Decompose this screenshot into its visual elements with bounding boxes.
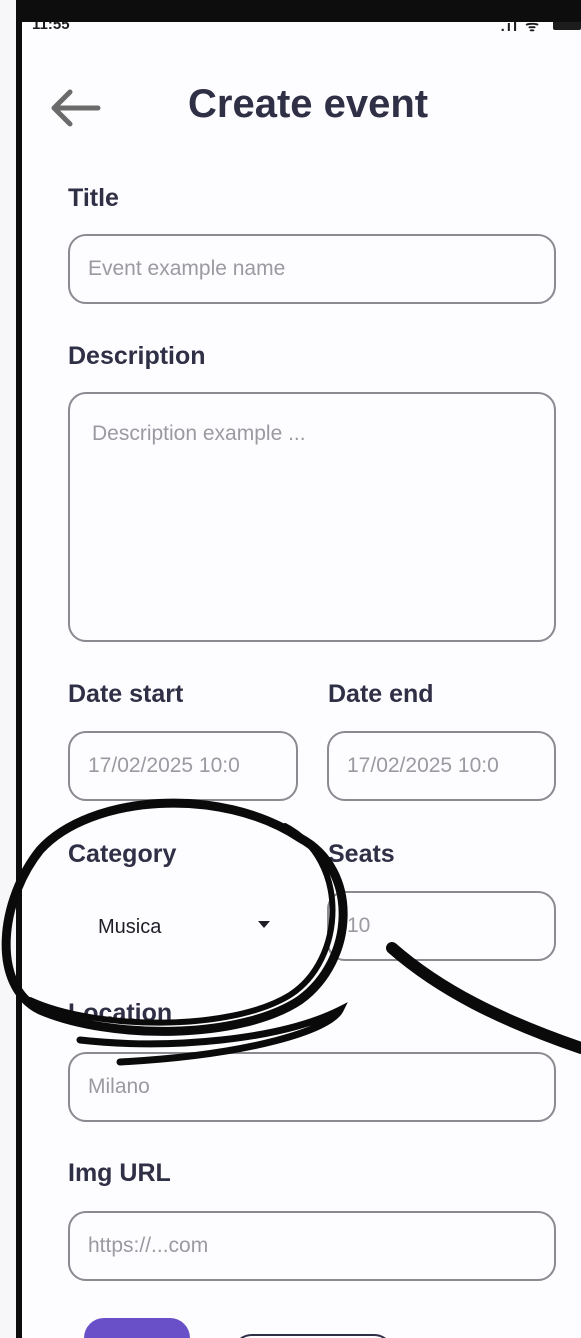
date-end-label: Date end (328, 680, 434, 708)
page-title: Create event (188, 82, 429, 126)
app-header: Create event (28, 78, 581, 138)
signal-wifi-icon: .ıl ᯤ (500, 22, 541, 35)
description-placeholder: Description example ... (92, 422, 306, 445)
category-label: Category (68, 840, 177, 868)
category-value: Musica (98, 916, 162, 938)
date-end-value: 17/02/2025 10:0 (347, 754, 499, 777)
location-placeholder: Milano (88, 1075, 150, 1098)
device-frame-left (0, 0, 22, 1338)
date-start-label: Date start (68, 680, 184, 708)
description-label: Description (68, 342, 206, 370)
description-textarea[interactable]: Description example ... (68, 392, 556, 642)
title-placeholder: Event example name (88, 257, 286, 280)
location-input[interactable]: Milano (68, 1052, 556, 1122)
title-input[interactable]: Event example name (68, 234, 556, 304)
primary-button[interactable] (84, 1318, 190, 1338)
date-start-value: 17/02/2025 10:0 (88, 754, 240, 777)
img-url-input[interactable]: https://...com (68, 1211, 556, 1281)
battery-icon (553, 22, 581, 30)
title-label: Title (68, 184, 119, 212)
secondary-button[interactable] (232, 1334, 394, 1338)
seats-input[interactable]: 10 (327, 891, 556, 961)
device-frame-top (22, 0, 581, 22)
arrow-left-icon (51, 89, 101, 127)
location-label: Location (68, 999, 173, 1027)
img-url-placeholder: https://...com (88, 1234, 209, 1257)
category-select[interactable]: Musica (98, 910, 288, 946)
date-end-input[interactable]: 17/02/2025 10:0 (327, 731, 556, 801)
status-bar: 11:55 .ıl ᯤ (28, 22, 581, 38)
date-start-input[interactable]: 17/02/2025 10:0 (68, 731, 298, 801)
back-button[interactable] (46, 86, 102, 130)
app-screen: 11:55 .ıl ᯤ Create event Title Event exa… (28, 22, 581, 1338)
status-time: 11:55 (32, 22, 70, 33)
seats-placeholder: 10 (347, 914, 371, 937)
seats-label: Seats (328, 840, 395, 868)
img-url-label: Img URL (68, 1159, 171, 1187)
caret-down-icon (258, 921, 270, 928)
